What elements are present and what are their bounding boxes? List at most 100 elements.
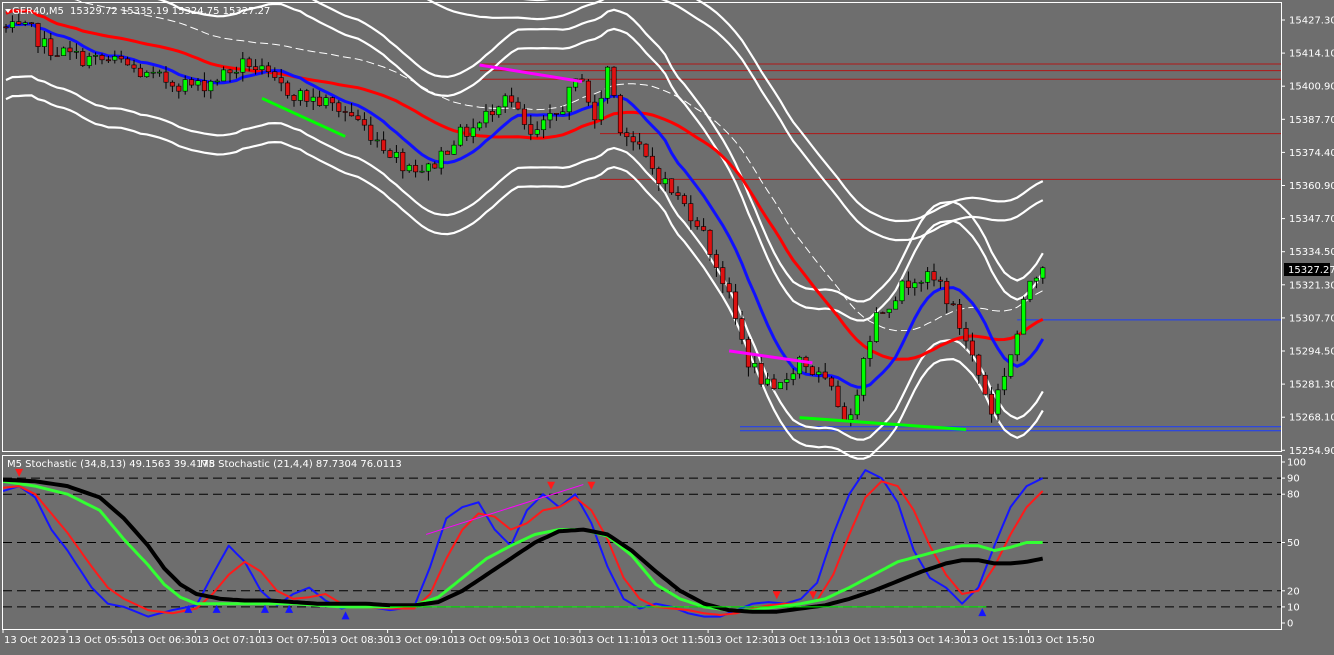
price-tick-label: 15254.90 bbox=[1289, 446, 1334, 457]
candle-body bbox=[931, 271, 937, 281]
candle-body bbox=[873, 312, 879, 342]
time-tick-label: 13 Oct 06:30 bbox=[132, 635, 197, 646]
candle-body bbox=[381, 139, 387, 151]
candle-body bbox=[374, 139, 380, 142]
candle[interactable] bbox=[777, 382, 783, 390]
trading-chart[interactable]: GER40,M5 15329.72 15335.19 15324.75 1532… bbox=[0, 0, 1334, 651]
price-tick-label: 15294.50 bbox=[1289, 347, 1334, 358]
candle[interactable] bbox=[1027, 280, 1033, 303]
candle-body bbox=[867, 341, 873, 359]
candle[interactable] bbox=[669, 178, 675, 195]
candle-body bbox=[1027, 280, 1033, 300]
candle-body bbox=[957, 304, 963, 329]
candle-body bbox=[150, 71, 156, 74]
time-tick-label: 13 Oct 2023 bbox=[4, 635, 66, 646]
candle-body bbox=[329, 97, 335, 104]
time-tick-label: 13 Oct 09:10 bbox=[389, 635, 454, 646]
candle[interactable] bbox=[457, 124, 463, 147]
chart-canvas[interactable]: GER40,M5 15329.72 15335.19 15324.75 1532… bbox=[0, 0, 1334, 651]
candle-body bbox=[118, 56, 124, 60]
candle[interactable] bbox=[809, 365, 815, 376]
candle[interactable] bbox=[585, 79, 591, 107]
candle-body bbox=[259, 65, 265, 70]
candle[interactable] bbox=[61, 46, 67, 56]
candle-body bbox=[451, 144, 457, 155]
candle-body bbox=[656, 168, 662, 185]
candle-body bbox=[201, 80, 207, 92]
candle-body bbox=[1001, 376, 1007, 391]
candle-body bbox=[809, 366, 815, 375]
candle-body bbox=[880, 312, 886, 314]
candle-body bbox=[157, 71, 163, 74]
stochastic-tick-label: 90 bbox=[1287, 474, 1300, 485]
candle-body bbox=[611, 66, 617, 96]
time-tick-label: 13 Oct 13:50 bbox=[837, 635, 902, 646]
candle-body bbox=[393, 152, 399, 158]
candle-body bbox=[912, 282, 918, 289]
candle-body bbox=[35, 23, 41, 47]
candle-body bbox=[605, 66, 611, 99]
candle-body bbox=[848, 414, 854, 421]
candle-body bbox=[61, 47, 67, 56]
candle-body bbox=[630, 136, 636, 143]
candle-body bbox=[752, 363, 758, 368]
candle-body bbox=[566, 86, 572, 113]
candle-body bbox=[361, 119, 367, 126]
candle-body bbox=[112, 56, 118, 61]
candle-body bbox=[758, 363, 764, 385]
candle-body bbox=[560, 111, 566, 115]
candle-body bbox=[285, 82, 291, 96]
candle-body bbox=[496, 106, 502, 116]
price-tick-label: 15427.30 bbox=[1289, 16, 1334, 27]
time-tick-label: 13 Oct 09:50 bbox=[453, 635, 518, 646]
candle-body bbox=[144, 72, 150, 78]
candle-body bbox=[1040, 267, 1046, 279]
candle[interactable] bbox=[611, 66, 617, 99]
candle-body bbox=[41, 38, 47, 47]
price-tick-label: 15334.50 bbox=[1289, 247, 1334, 258]
candle-body bbox=[86, 56, 92, 66]
candle[interactable] bbox=[861, 357, 867, 402]
candle[interactable] bbox=[1008, 354, 1014, 379]
candle-body bbox=[457, 126, 463, 146]
candle-body bbox=[317, 96, 323, 106]
candle[interactable] bbox=[605, 65, 611, 104]
candle-body bbox=[342, 111, 348, 113]
candle-body bbox=[918, 281, 924, 284]
candle-body bbox=[291, 95, 297, 101]
candle-body bbox=[713, 254, 719, 268]
time-tick-label: 13 Oct 15:50 bbox=[1030, 635, 1095, 646]
candle-body bbox=[489, 110, 495, 116]
candle-body bbox=[105, 59, 111, 62]
candle[interactable] bbox=[1021, 296, 1027, 335]
time-tick-label: 13 Oct 10:30 bbox=[517, 635, 582, 646]
stochastic-tick-label: 50 bbox=[1287, 538, 1300, 549]
candle-body bbox=[169, 81, 175, 87]
candle[interactable] bbox=[873, 307, 879, 343]
candle-body bbox=[893, 300, 899, 310]
time-tick-label: 13 Oct 08:30 bbox=[325, 635, 390, 646]
candle-body bbox=[861, 358, 867, 396]
candle-body bbox=[227, 69, 233, 74]
candle-body bbox=[9, 21, 15, 28]
candle-body bbox=[835, 385, 841, 407]
candle-body bbox=[195, 80, 201, 86]
time-tick-label: 13 Oct 15:10 bbox=[966, 635, 1031, 646]
candle-body bbox=[208, 81, 214, 92]
candle-body bbox=[905, 280, 911, 289]
candle-body bbox=[675, 192, 681, 196]
candle[interactable] bbox=[617, 93, 623, 136]
candle-body bbox=[387, 150, 393, 158]
candle-body bbox=[617, 95, 623, 134]
candle[interactable] bbox=[445, 150, 451, 155]
candle-body bbox=[483, 110, 489, 124]
candle[interactable] bbox=[643, 143, 649, 158]
time-tick-label: 13 Oct 14:30 bbox=[901, 635, 966, 646]
candle-body bbox=[310, 96, 316, 102]
candle-body bbox=[649, 155, 655, 169]
candle-body bbox=[688, 203, 694, 222]
candle[interactable] bbox=[899, 279, 905, 305]
candle[interactable] bbox=[982, 372, 988, 396]
candle-body bbox=[707, 229, 713, 255]
candle-body bbox=[477, 122, 483, 129]
